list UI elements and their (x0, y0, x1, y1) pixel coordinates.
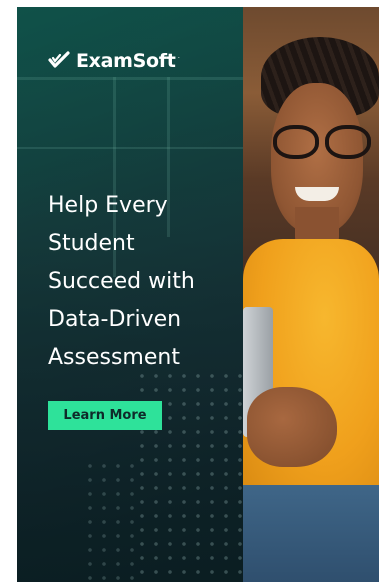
background-railing (17, 147, 243, 149)
headline-line: Student (48, 231, 135, 256)
photo-hand (247, 387, 337, 467)
dot-grid-pattern (83, 459, 143, 582)
headline-line: Assessment (48, 345, 180, 370)
headline-line: Help Every (48, 193, 168, 218)
student-photo (243, 7, 379, 582)
headline-line: Data-Driven (48, 307, 182, 332)
examsoft-logo[interactable]: ExamSoft · (48, 50, 180, 72)
ad-banner[interactable]: ExamSoft · Help Every Student Succeed wi… (17, 7, 379, 582)
photo-glasses (273, 125, 373, 159)
hand-check-icon (48, 51, 70, 68)
photo-jeans (243, 485, 379, 582)
headline: Help Every Student Succeed with Data-Dri… (48, 187, 238, 377)
background-railing (17, 77, 243, 80)
logo-trademark-dot: · (177, 52, 181, 62)
logo-text: ExamSoft (76, 50, 176, 72)
headline-line: Succeed with (48, 269, 195, 294)
learn-more-button[interactable]: Learn More (48, 401, 162, 430)
